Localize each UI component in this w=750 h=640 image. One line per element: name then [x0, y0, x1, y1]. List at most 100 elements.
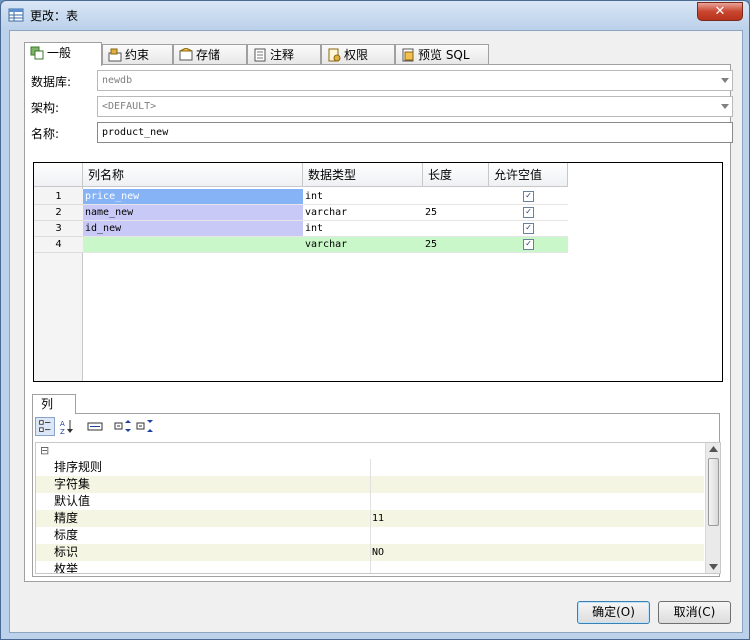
cell-length[interactable] [423, 221, 489, 237]
permission-icon [328, 48, 341, 62]
property-value[interactable]: NO [372, 544, 704, 561]
collapse-icon[interactable]: ⊟ [40, 444, 49, 457]
property-value[interactable] [372, 561, 704, 573]
property-row[interactable]: 标识 NO [36, 544, 704, 561]
cell-allow-null: ✓ [489, 205, 568, 221]
grid-header: 列名称 数据类型 长度 允许空值 [34, 163, 722, 187]
close-button[interactable]: ✕ [697, 2, 743, 21]
cell-data-type[interactable]: int [303, 189, 423, 205]
cancel-button[interactable]: 取消(C) [658, 601, 731, 624]
property-row[interactable]: 字符集 [36, 476, 704, 493]
svg-text:Z: Z [60, 428, 65, 436]
header-length[interactable]: 长度 [423, 163, 489, 187]
categorized-view-icon[interactable] [35, 417, 55, 436]
cell-column-name[interactable] [83, 237, 303, 253]
tab-columns[interactable]: 列 [32, 394, 76, 414]
tab-label: 存储 [196, 48, 221, 62]
allow-null-checkbox[interactable]: ✓ [523, 239, 534, 250]
cell-data-type[interactable]: varchar [303, 237, 423, 253]
property-value[interactable] [372, 476, 704, 493]
property-name: 标识 [54, 544, 371, 561]
row-number[interactable]: 4 [34, 237, 83, 253]
schema-label: 架构: [31, 101, 60, 115]
table-icon [8, 8, 24, 22]
preview-sql-icon [402, 48, 414, 62]
scroll-up-icon[interactable] [709, 446, 718, 452]
cell-data-type[interactable]: varchar [303, 205, 423, 221]
dialog-body: 一般 约束 存储 注释 权限 预览 SQL 数据库: newdb 架构: <DE… [9, 30, 743, 633]
cell-length[interactable] [423, 189, 489, 205]
property-row[interactable]: 排序规则 [36, 459, 704, 476]
schema-value: <DEFAULT> [102, 101, 157, 112]
properties-toolbar: A Z [33, 414, 719, 440]
scroll-down-icon[interactable] [709, 564, 718, 570]
cell-allow-null: ✓ [489, 189, 568, 205]
collapse-all-icon[interactable] [135, 417, 155, 436]
row-number[interactable]: 2 [34, 205, 83, 221]
cell-allow-null: ✓ [489, 237, 568, 253]
comment-icon [254, 48, 266, 62]
tab-label: 列 [41, 397, 54, 411]
cell-column-name[interactable]: name_new [83, 205, 303, 221]
expand-all-icon[interactable] [113, 417, 133, 436]
database-value: newdb [102, 75, 133, 86]
property-row[interactable]: 精度 11 [36, 510, 704, 527]
property-name: 排序规则 [54, 459, 371, 476]
tab-constraints[interactable]: 约束 [102, 44, 173, 65]
header-allow-null[interactable]: 允许空值 [489, 163, 568, 187]
table-row[interactable]: 4 varchar 25 ✓ [34, 237, 568, 253]
allow-null-checkbox[interactable]: ✓ [523, 207, 534, 218]
property-value[interactable] [372, 527, 704, 544]
storage-icon [179, 48, 193, 61]
property-name: 字符集 [54, 476, 371, 493]
row-number[interactable]: 1 [34, 189, 83, 205]
schema-select[interactable]: <DEFAULT> [97, 96, 733, 117]
tab-label: 预览 SQL [418, 48, 470, 62]
property-value[interactable]: 11 [372, 510, 704, 527]
chevron-down-icon [721, 78, 729, 83]
property-grid: ⊟ 排序规则 字符集 默认值 精度 11 标度 标识 NO 枚举 [35, 442, 721, 574]
property-row[interactable]: 枚举 [36, 561, 704, 573]
table-name-value: product_new [102, 127, 169, 138]
chevron-down-icon [721, 104, 729, 109]
header-data-type[interactable]: 数据类型 [303, 163, 423, 187]
sort-alphabetical-icon[interactable]: A Z [57, 417, 77, 436]
cell-length[interactable]: 25 [423, 205, 489, 221]
database-select[interactable]: newdb [97, 70, 733, 91]
allow-null-checkbox[interactable]: ✓ [523, 223, 534, 234]
table-name-input[interactable]: product_new [97, 122, 733, 143]
tab-label: 注释 [270, 48, 295, 62]
tab-comment[interactable]: 注释 [247, 44, 321, 65]
vertical-scrollbar[interactable] [705, 443, 720, 573]
tab-storage[interactable]: 存储 [173, 44, 247, 65]
property-pages-icon[interactable] [85, 417, 105, 436]
dialog-window: 更改：表 ✕ 一般 约束 存储 注释 权限 预览 SQL 数据库: newdb … [0, 0, 750, 640]
tab-permissions[interactable]: 权限 [321, 44, 395, 65]
row-number[interactable]: 3 [34, 221, 83, 237]
cell-length[interactable]: 25 [423, 237, 489, 253]
table-row[interactable]: 3 id_new int ✓ [34, 221, 568, 237]
cell-column-name[interactable]: id_new [83, 221, 303, 237]
property-name: 默认值 [54, 493, 371, 510]
database-label: 数据库: [31, 75, 72, 89]
allow-null-checkbox[interactable]: ✓ [523, 191, 534, 202]
table-row[interactable]: 2 name_new varchar 25 ✓ [34, 205, 568, 221]
general-icon [30, 46, 44, 60]
cell-data-type[interactable]: int [303, 221, 423, 237]
header-column-name[interactable]: 列名称 [83, 163, 303, 187]
table-row[interactable]: 1 price_new int ✓ [34, 189, 568, 205]
cell-column-name[interactable]: price_new [83, 189, 303, 205]
constraint-icon [108, 48, 122, 62]
ok-button[interactable]: 确定(O) [577, 601, 650, 624]
tab-label: 约束 [125, 48, 150, 62]
tab-label: 权限 [344, 48, 369, 62]
property-row[interactable]: 标度 [36, 527, 704, 544]
name-label: 名称: [31, 127, 60, 141]
title-bar[interactable]: 更改：表 ✕ [1, 1, 749, 29]
property-value[interactable] [372, 493, 704, 510]
property-value[interactable] [372, 459, 704, 476]
tab-general[interactable]: 一般 [24, 42, 102, 66]
property-row[interactable]: 默认值 [36, 493, 704, 510]
tab-preview-sql[interactable]: 预览 SQL [395, 44, 489, 65]
scroll-thumb[interactable] [708, 458, 719, 526]
